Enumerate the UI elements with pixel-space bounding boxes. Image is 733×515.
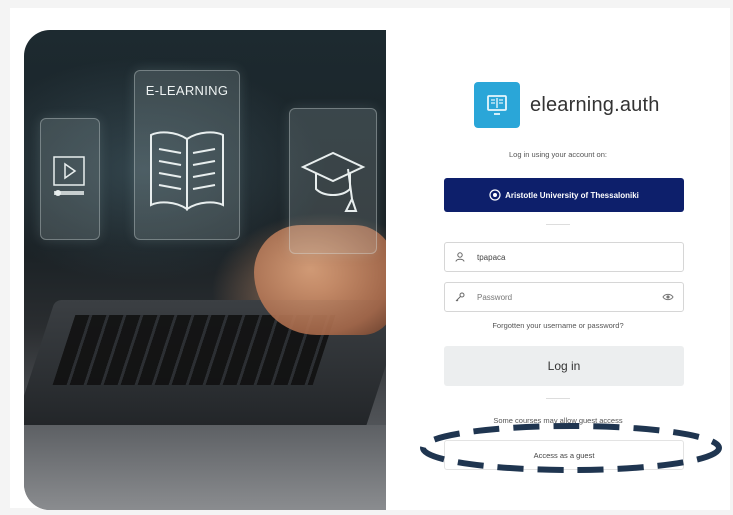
divider bbox=[546, 398, 570, 399]
university-seal-icon bbox=[489, 189, 501, 201]
annotation-ellipse bbox=[420, 423, 722, 473]
divider bbox=[546, 224, 570, 225]
monitor-book-icon bbox=[487, 95, 507, 115]
book-card-title: E-LEARNING bbox=[145, 83, 229, 98]
user-icon bbox=[453, 250, 467, 264]
brand-logo bbox=[474, 82, 520, 128]
password-input[interactable] bbox=[475, 291, 661, 303]
idp-login-button[interactable]: Aristotle University of Thessaloniki bbox=[444, 178, 684, 212]
password-field[interactable] bbox=[444, 282, 684, 312]
username-input[interactable] bbox=[475, 251, 675, 263]
key-icon bbox=[453, 290, 467, 304]
book-card: E-LEARNING bbox=[134, 70, 240, 240]
book-icon bbox=[150, 131, 224, 211]
brand: elearning.auth bbox=[474, 82, 660, 128]
login-subtitle: Log in using your account on: bbox=[509, 150, 607, 159]
graduation-card bbox=[289, 108, 377, 254]
username-field[interactable] bbox=[444, 242, 684, 272]
brand-name: elearning.auth bbox=[530, 93, 660, 116]
play-icon bbox=[53, 156, 85, 196]
forgot-password-link[interactable]: Forgotten your username or password? bbox=[386, 321, 730, 330]
eye-icon[interactable] bbox=[661, 290, 675, 304]
login-button[interactable]: Log in bbox=[444, 346, 684, 386]
video-card bbox=[40, 118, 100, 240]
desk-graphic bbox=[24, 425, 386, 510]
hero-image: E-LEARNING bbox=[24, 30, 386, 510]
graduation-cap-icon bbox=[300, 151, 366, 212]
idp-login-label: Aristotle University of Thessaloniki bbox=[505, 190, 639, 200]
